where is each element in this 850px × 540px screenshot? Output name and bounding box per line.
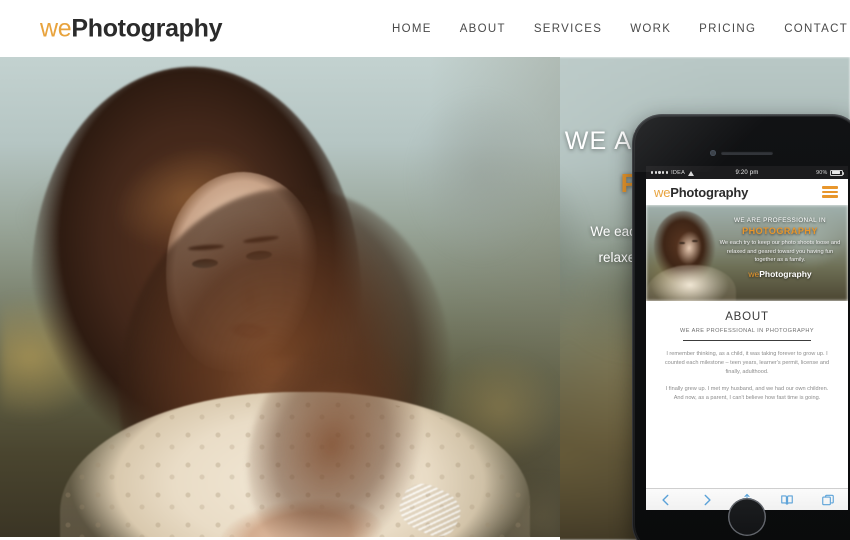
phone-about-section: ABOUT WE ARE PROFESSIONAL IN PHOTOGRAPHY…: [646, 301, 848, 409]
site-logo[interactable]: wePhotography: [40, 14, 223, 43]
status-carrier-label: IDEA: [671, 169, 685, 176]
wifi-icon: [688, 170, 695, 176]
nav-item-services[interactable]: SERVICES: [520, 23, 616, 35]
back-chevron-icon[interactable]: [659, 493, 673, 507]
forward-chevron-icon[interactable]: [700, 493, 714, 507]
status-battery-percent: 90%: [816, 169, 828, 176]
phone-logo-text: Photography: [670, 184, 749, 200]
hamburger-menu-icon[interactable]: [820, 184, 840, 200]
phone-logo-accent: we: [654, 184, 671, 200]
phone-hero-logo-text: Photography: [759, 268, 812, 279]
phone-about-divider: [683, 340, 811, 341]
status-time-label: 9:20 pm: [735, 169, 759, 176]
phone-site-header: wePhotography: [646, 179, 848, 205]
home-button-icon[interactable]: [728, 498, 766, 536]
site-header: wePhotography HOME ABOUT SERVICES WORK P…: [0, 0, 850, 57]
phone-about-title: ABOUT: [725, 311, 769, 323]
battery-icon: [830, 169, 844, 176]
phone-site-logo[interactable]: wePhotography: [654, 185, 748, 200]
phone-status-bar: IDEA 9:20 pm 90%: [646, 166, 848, 179]
phone-front-camera-icon: [710, 150, 716, 156]
phone-mockup: IDEA 9:20 pm 90% wePhotography WE ARE PR…: [632, 114, 850, 540]
bookmarks-book-icon[interactable]: [780, 493, 794, 507]
phone-hero-title: WE ARE PROFESSIONAL IN: [734, 217, 826, 224]
nav-item-home[interactable]: HOME: [378, 23, 446, 35]
phone-hero-copy: WE ARE PROFESSIONAL IN PHOTOGRAPHY We ea…: [716, 217, 844, 279]
site-logo-accent: we: [40, 14, 72, 42]
phone-hero-description: We each try to keep our photo shoots loo…: [719, 240, 841, 264]
site-logo-text: Photography: [71, 14, 223, 42]
nav-item-pricing[interactable]: PRICING: [685, 23, 770, 35]
phone-hero-logo: wePhotography: [716, 269, 844, 279]
nav-item-contact[interactable]: CONTACT: [770, 23, 850, 35]
phone-about-subtitle: WE ARE PROFESSIONAL IN PHOTOGRAPHY: [679, 328, 815, 334]
phone-screen: IDEA 9:20 pm 90% wePhotography WE ARE PR…: [646, 166, 848, 488]
status-bar-right: 90%: [816, 169, 844, 176]
tabs-icon[interactable]: [821, 493, 835, 507]
main-navigation: HOME ABOUT SERVICES WORK PRICING CONTACT: [378, 23, 850, 35]
phone-about-paragraph-1: I remember thinking, as a child, it was …: [664, 351, 830, 375]
page-root: wePhotography HOME ABOUT SERVICES WORK P…: [0, 0, 850, 540]
phone-about-paragraph-2: I finally grew up. I met my husband, and…: [665, 386, 829, 401]
phone-hero-section: WE ARE PROFESSIONAL IN PHOTOGRAPHY We ea…: [646, 205, 848, 301]
signal-dots-icon: [651, 171, 669, 174]
nav-item-about[interactable]: ABOUT: [446, 23, 520, 35]
phone-earpiece-speaker: [721, 151, 773, 155]
phone-hero-logo-accent: we: [748, 268, 760, 279]
nav-item-work[interactable]: WORK: [616, 23, 685, 35]
status-bar-left: IDEA: [651, 170, 695, 176]
phone-hero-title-accent: PHOTOGRAPHY: [742, 226, 818, 236]
